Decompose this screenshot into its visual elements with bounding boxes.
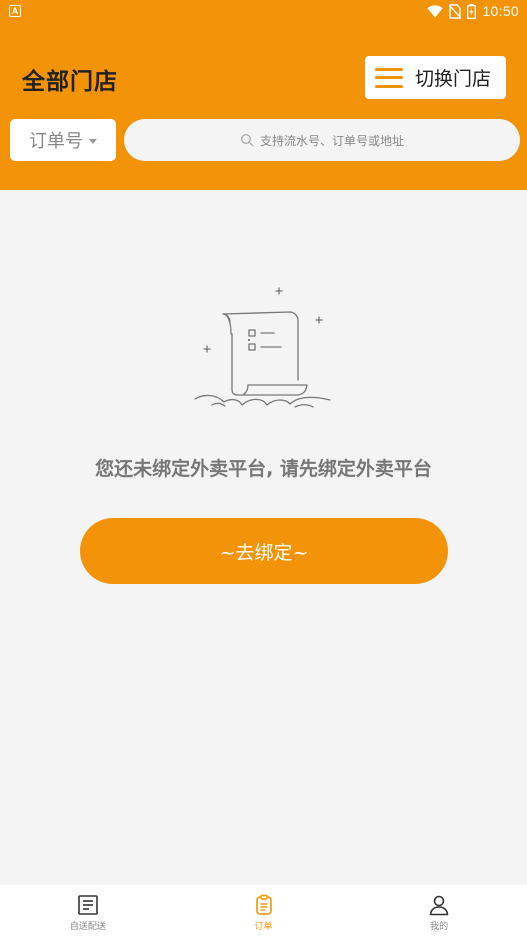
bottom-nav: 自送配送 订单 我的 [0, 885, 527, 938]
status-bar: A 10:50 [0, 0, 527, 22]
switch-store-label: 切换门店 [415, 68, 492, 90]
wifi-icon [427, 4, 444, 18]
search-icon [241, 134, 254, 147]
document-icon [78, 895, 98, 915]
header: A 10:50 全部门店 切换门店 订单号 支持流水号、订单号或地址 [0, 0, 527, 190]
person-icon [429, 895, 449, 916]
empty-state-message: 您还未绑定外卖平台, 请先绑定外卖平台 [95, 458, 432, 480]
search-placeholder: 支持流水号、订单号或地址 [259, 133, 404, 148]
no-sim-icon [449, 3, 462, 19]
caret-down-icon [89, 138, 97, 144]
status-time: 10:50 [482, 3, 519, 19]
app-notification-icon: A [9, 5, 21, 17]
clipboard-icon [255, 894, 272, 915]
nav-item-delivery[interactable]: 自送配送 [0, 885, 176, 938]
search-input[interactable]: 支持流水号、订单号或地址 [124, 119, 520, 161]
menu-icon [375, 67, 403, 88]
status-icons: 10:50 [427, 2, 519, 20]
battery-icon [467, 3, 477, 19]
nav-label-profile: 我的 [430, 922, 449, 932]
switch-store-button[interactable]: 切换门店 [365, 56, 506, 99]
page-title: 全部门店 [22, 69, 118, 95]
search-type-select[interactable]: 订单号 [10, 119, 116, 161]
search-type-label: 订单号 [29, 131, 83, 152]
empty-document-illustration [194, 287, 331, 408]
nav-label-delivery: 自送配送 [69, 922, 106, 932]
nav-label-orders: 订单 [254, 922, 273, 932]
nav-item-profile[interactable]: 我的 [351, 885, 527, 938]
bind-platform-button[interactable]: ~去绑定~ [80, 518, 448, 584]
nav-item-orders[interactable]: 订单 [176, 885, 352, 938]
